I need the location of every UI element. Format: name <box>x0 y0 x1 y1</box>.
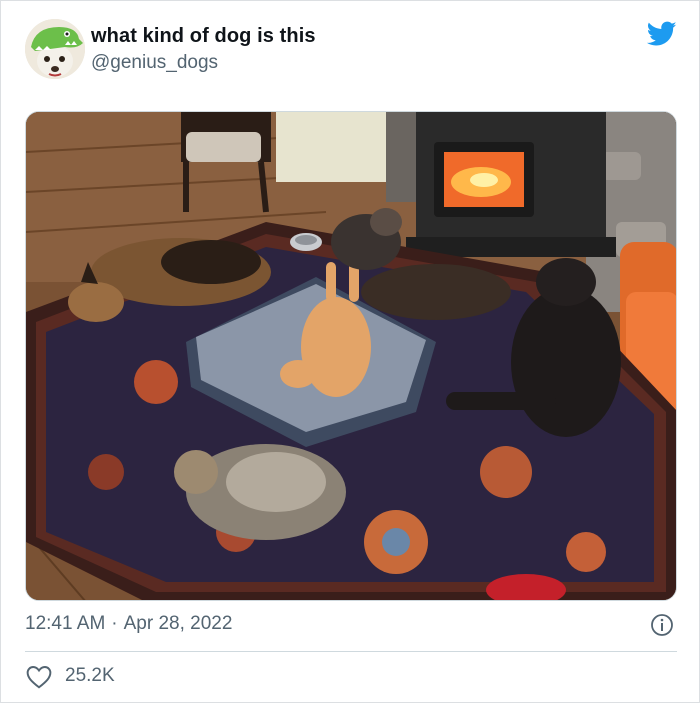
tweet-timestamp[interactable]: 12:41 AM · Apr 28, 2022 <box>25 613 232 635</box>
heart-icon[interactable] <box>26 665 52 689</box>
twitter-bird-icon[interactable] <box>647 21 677 47</box>
author-display-name[interactable]: what kind of dog is this <box>91 25 316 48</box>
tweet-photo[interactable] <box>25 111 677 601</box>
tweet-card: what kind of dog is this @genius_dogs 12… <box>0 0 700 703</box>
divider <box>25 651 677 652</box>
photo-image <box>26 112 676 600</box>
tweet-time: 12:41 AM <box>25 613 106 634</box>
timestamp-separator: · <box>111 613 118 634</box>
dog-avatar-icon <box>25 19 85 79</box>
info-icon[interactable] <box>650 613 674 637</box>
avatar[interactable] <box>25 19 85 79</box>
tweet-date: Apr 28, 2022 <box>123 613 233 634</box>
author-handle[interactable]: @genius_dogs <box>91 52 218 74</box>
like-count[interactable]: 25.2K <box>65 665 115 687</box>
